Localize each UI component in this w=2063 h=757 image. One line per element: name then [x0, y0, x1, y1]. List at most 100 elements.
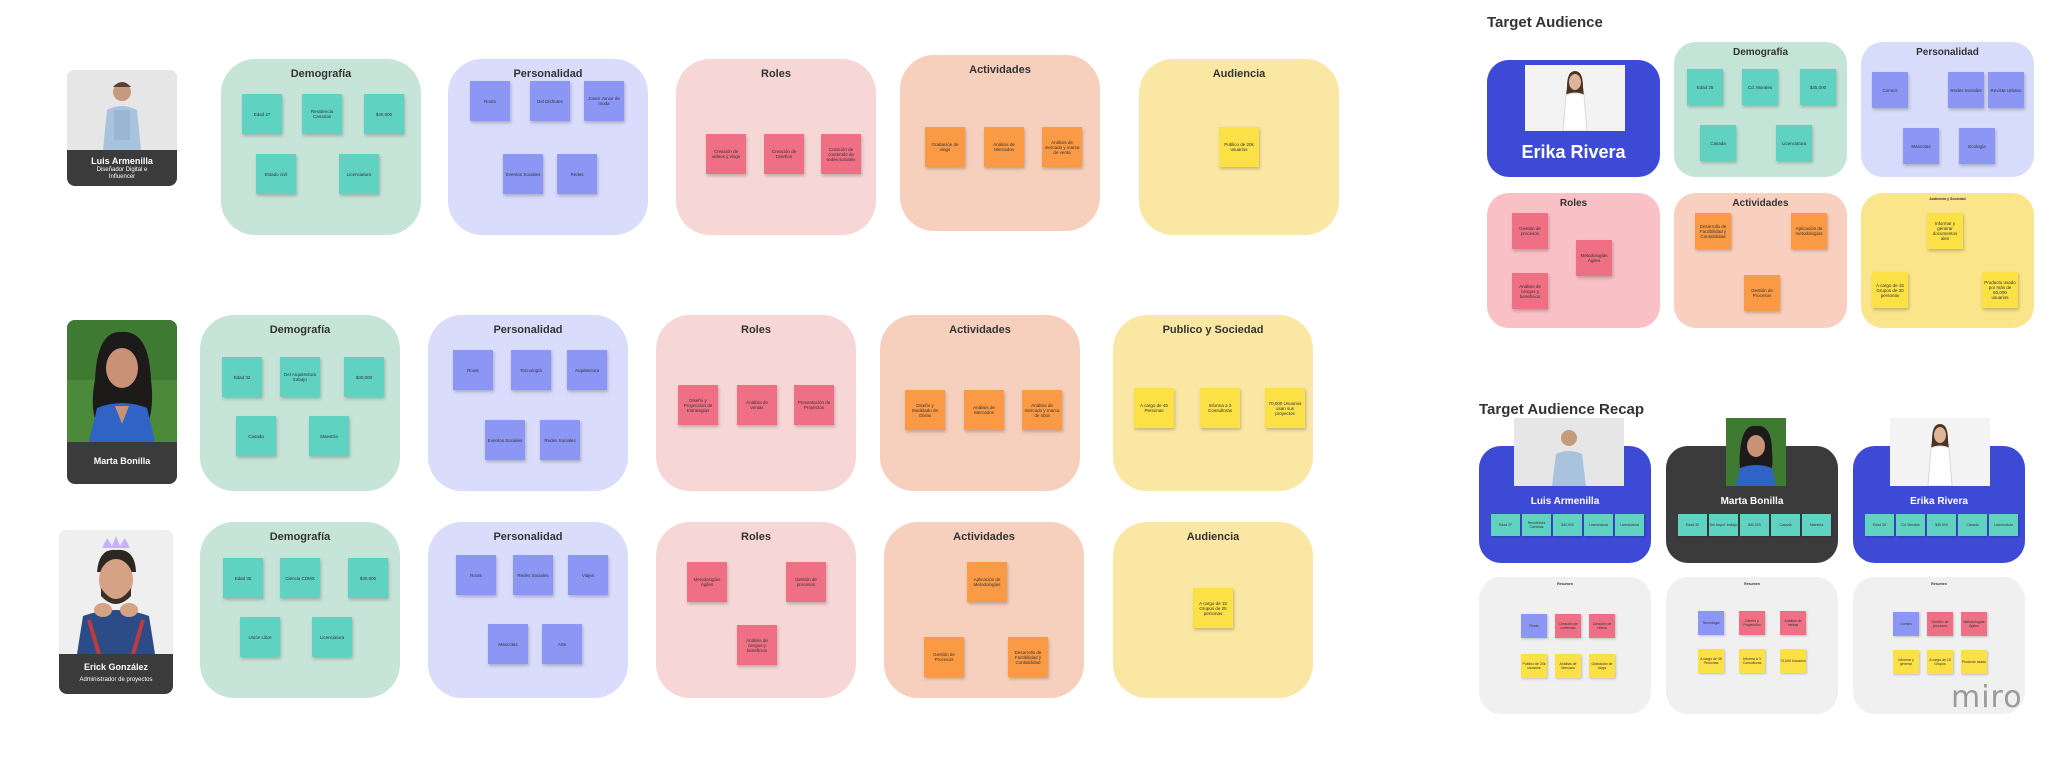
sticky-note[interactable]: Casada	[1958, 514, 1987, 536]
sticky-note[interactable]: Comics	[1893, 612, 1919, 636]
sticky-note[interactable]: Análisis de riesgos y beneficios	[737, 625, 777, 665]
sticky-note[interactable]: Desarrollo de Factibilidad y Contabilida…	[1008, 637, 1048, 677]
sticky-note[interactable]: Tecnología	[1698, 611, 1724, 635]
target-frame-audiencia[interactable]: Audiencia y Sociedad Informar y generar …	[1861, 193, 2034, 328]
sticky-note[interactable]: Tecnología	[511, 350, 551, 390]
sticky-note[interactable]: Revista Urbano	[1988, 72, 2024, 108]
sticky-note[interactable]: A cargo de 15 Grupos	[1927, 650, 1953, 674]
sticky-note[interactable]: Estado civil	[256, 154, 296, 194]
sticky-note[interactable]: Edad 32	[222, 357, 262, 397]
sticky-note[interactable]: Análisis de ventas	[737, 385, 777, 425]
sticky-note[interactable]: Redes Sociales	[1948, 72, 1984, 108]
frame-actividades-3[interactable]: Actividades Aplicación de Metodologías G…	[884, 522, 1084, 698]
frame-publico-2[interactable]: Publico y Sociedad A cargo de 45 Persona…	[1113, 315, 1313, 491]
sticky-note[interactable]: Residencia Canarias	[302, 94, 342, 134]
sticky-note[interactable]: Análisis de Mercado	[1555, 654, 1581, 678]
target-person-card[interactable]: Erika Rivera	[1487, 60, 1660, 177]
sticky-note[interactable]: Redes Sociales	[540, 420, 580, 460]
frame-audiencia-1[interactable]: Audiencia Publico de 20k usuarios	[1139, 59, 1339, 235]
sticky-note[interactable]: Maestría	[309, 416, 349, 456]
frame-roles-2[interactable]: Roles Diseño y Proyección de Estrategias…	[656, 315, 856, 491]
sticky-note[interactable]: Metodologías Ágiles	[687, 562, 727, 602]
sticky-note[interactable]: Gestión de procesos	[786, 562, 826, 602]
sticky-note[interactable]: Roots	[470, 81, 510, 121]
sticky-note[interactable]: Roots	[1521, 614, 1547, 638]
recap-card-luis[interactable]: Luis Armenilla Edad 27 Residencia Canari…	[1479, 418, 1651, 563]
sticky-note[interactable]: Edad 27	[242, 94, 282, 134]
sticky-note[interactable]: Creación de videos	[1589, 614, 1615, 638]
sticky-note[interactable]: Edad 32	[1678, 514, 1707, 536]
target-frame-personalidad[interactable]: Personalidad Comics Redes Sociales Revis…	[1861, 42, 2034, 177]
sticky-note[interactable]: Aplicación de metodologías	[1791, 213, 1827, 249]
sticky-note[interactable]: $40,000	[1740, 514, 1769, 536]
sticky-note[interactable]: Casada	[1700, 125, 1736, 161]
sticky-note[interactable]: Del Arquit. trabajo	[1709, 514, 1738, 536]
persona-card-marta[interactable]: Marta Bonilla	[67, 320, 177, 484]
sticky-note[interactable]: Casada	[236, 416, 276, 456]
sticky-note[interactable]: Análisis de riesgos y beneficios	[1512, 273, 1548, 309]
sticky-note[interactable]: Presentación de Proyectos	[794, 385, 834, 425]
sticky-note[interactable]: Ecología	[1959, 128, 1995, 164]
recap-summary-2[interactable]: Resumen Tecnología Diseño y Proyección A…	[1666, 577, 1838, 714]
sticky-note[interactable]: A cargo de 45 Personas	[1134, 388, 1174, 428]
sticky-note[interactable]: Del Disfrutes	[530, 81, 570, 121]
sticky-note[interactable]: $30,000	[348, 558, 388, 598]
recap-summary-1[interactable]: Resumen Roots Creación de contenido Crea…	[1479, 577, 1651, 714]
target-frame-demografia[interactable]: Demografía Edad 28 Cd. Morales $45,000 C…	[1674, 42, 1847, 177]
sticky-note[interactable]: Roots	[453, 350, 493, 390]
sticky-note[interactable]: Aplicación de Metodologías	[967, 562, 1007, 602]
sticky-note[interactable]: Producto usado	[1961, 650, 1987, 674]
sticky-note[interactable]: Comics	[1872, 72, 1908, 108]
sticky-note[interactable]: Redes Sociales	[513, 555, 553, 595]
sticky-note[interactable]: Creación de videos y vlogs	[706, 134, 746, 174]
sticky-note[interactable]: Diseño y Proyección de Estrategias	[678, 385, 718, 425]
frame-roles-1[interactable]: Roles Creación de videos y vlogs Creació…	[676, 59, 876, 235]
sticky-note[interactable]: Eventos Sociales	[503, 154, 543, 194]
sticky-note[interactable]: 70,000 Usuarios	[1780, 649, 1806, 673]
sticky-note[interactable]: Licenciatura	[1584, 514, 1613, 536]
sticky-note[interactable]: Redes	[557, 154, 597, 194]
sticky-note[interactable]: $40,000	[344, 357, 384, 397]
sticky-note[interactable]: Análisis de mercado y marca de obra	[1022, 390, 1062, 430]
sticky-note[interactable]: Informar y generar documentos ales	[1927, 213, 1963, 249]
sticky-note[interactable]: Metodologías Ágiles	[1961, 612, 1987, 636]
sticky-note[interactable]: A cargo de 15 Grupos de 25 personas	[1193, 588, 1233, 628]
sticky-note[interactable]: Licenciatura	[339, 154, 379, 194]
sticky-note[interactable]: Joven Junior de moda	[584, 81, 624, 121]
sticky-note[interactable]: Publico de 20k usuarios	[1521, 654, 1547, 678]
sticky-note[interactable]: Cd. Morales	[1896, 514, 1925, 536]
sticky-note[interactable]: Gestión de Procesos	[924, 637, 964, 677]
sticky-note[interactable]: Residencia Canarias	[1522, 514, 1551, 536]
sticky-note[interactable]: Informa a 3 Consultoras	[1739, 649, 1765, 673]
sticky-note[interactable]: Roots	[456, 555, 496, 595]
target-frame-roles[interactable]: Roles Gestión de procesos Metodologías Á…	[1487, 193, 1660, 328]
sticky-note[interactable]: $40,000	[364, 94, 404, 134]
sticky-note[interactable]: Arte	[542, 624, 582, 664]
sticky-note[interactable]: Informar y generar	[1893, 650, 1919, 674]
frame-personalidad-3[interactable]: Personalidad Roots Redes Sociales Viajes…	[428, 522, 628, 698]
sticky-note[interactable]: Desarrollo de Factibilidad y Contabilida…	[1695, 213, 1731, 249]
sticky-note[interactable]: Licenciatura	[1615, 514, 1644, 536]
frame-demografia-2[interactable]: Demografía Edad 32 Del Arquitectura trab…	[200, 315, 400, 491]
sticky-note[interactable]: Edad 28	[1687, 69, 1723, 105]
sticky-note[interactable]: Mascotas	[488, 624, 528, 664]
sticky-note[interactable]: Arquitectura	[567, 350, 607, 390]
sticky-note[interactable]: Del Arquitectura trabajo	[280, 357, 320, 397]
sticky-note[interactable]: Maestría	[1802, 514, 1831, 536]
frame-actividades-2[interactable]: Actividades Diseño y Modelado de Obras A…	[880, 315, 1080, 491]
sticky-note[interactable]: Edad 27	[1491, 514, 1520, 536]
sticky-note[interactable]: Diseño y Proyección	[1739, 611, 1765, 635]
sticky-note[interactable]: Grabación de vlogs	[1589, 654, 1615, 678]
sticky-note[interactable]: $40,000	[1553, 514, 1582, 536]
sticky-note[interactable]: Edad 28	[1865, 514, 1894, 536]
sticky-note[interactable]: Creación de Diseños	[764, 134, 804, 174]
recap-card-erika[interactable]: Erika Rivera Edad 28 Cd. Morales $45,000…	[1853, 418, 2025, 563]
frame-roles-3[interactable]: Roles Metodologías Ágiles Gestión de pro…	[656, 522, 856, 698]
sticky-note[interactable]: $45,000	[1927, 514, 1956, 536]
recap-card-marta[interactable]: Marta Bonilla Edad 32 Del Arquit. trabaj…	[1666, 418, 1838, 563]
sticky-note[interactable]: Gestión de Procesos	[1744, 275, 1780, 311]
frame-audiencia-3[interactable]: Audiencia A cargo de 15 Grupos de 25 per…	[1113, 522, 1313, 698]
sticky-note[interactable]: Licenciatura	[1989, 514, 2018, 536]
sticky-note[interactable]: Licenciatura	[312, 617, 352, 657]
sticky-note[interactable]: Gestión de procesos	[1512, 213, 1548, 249]
